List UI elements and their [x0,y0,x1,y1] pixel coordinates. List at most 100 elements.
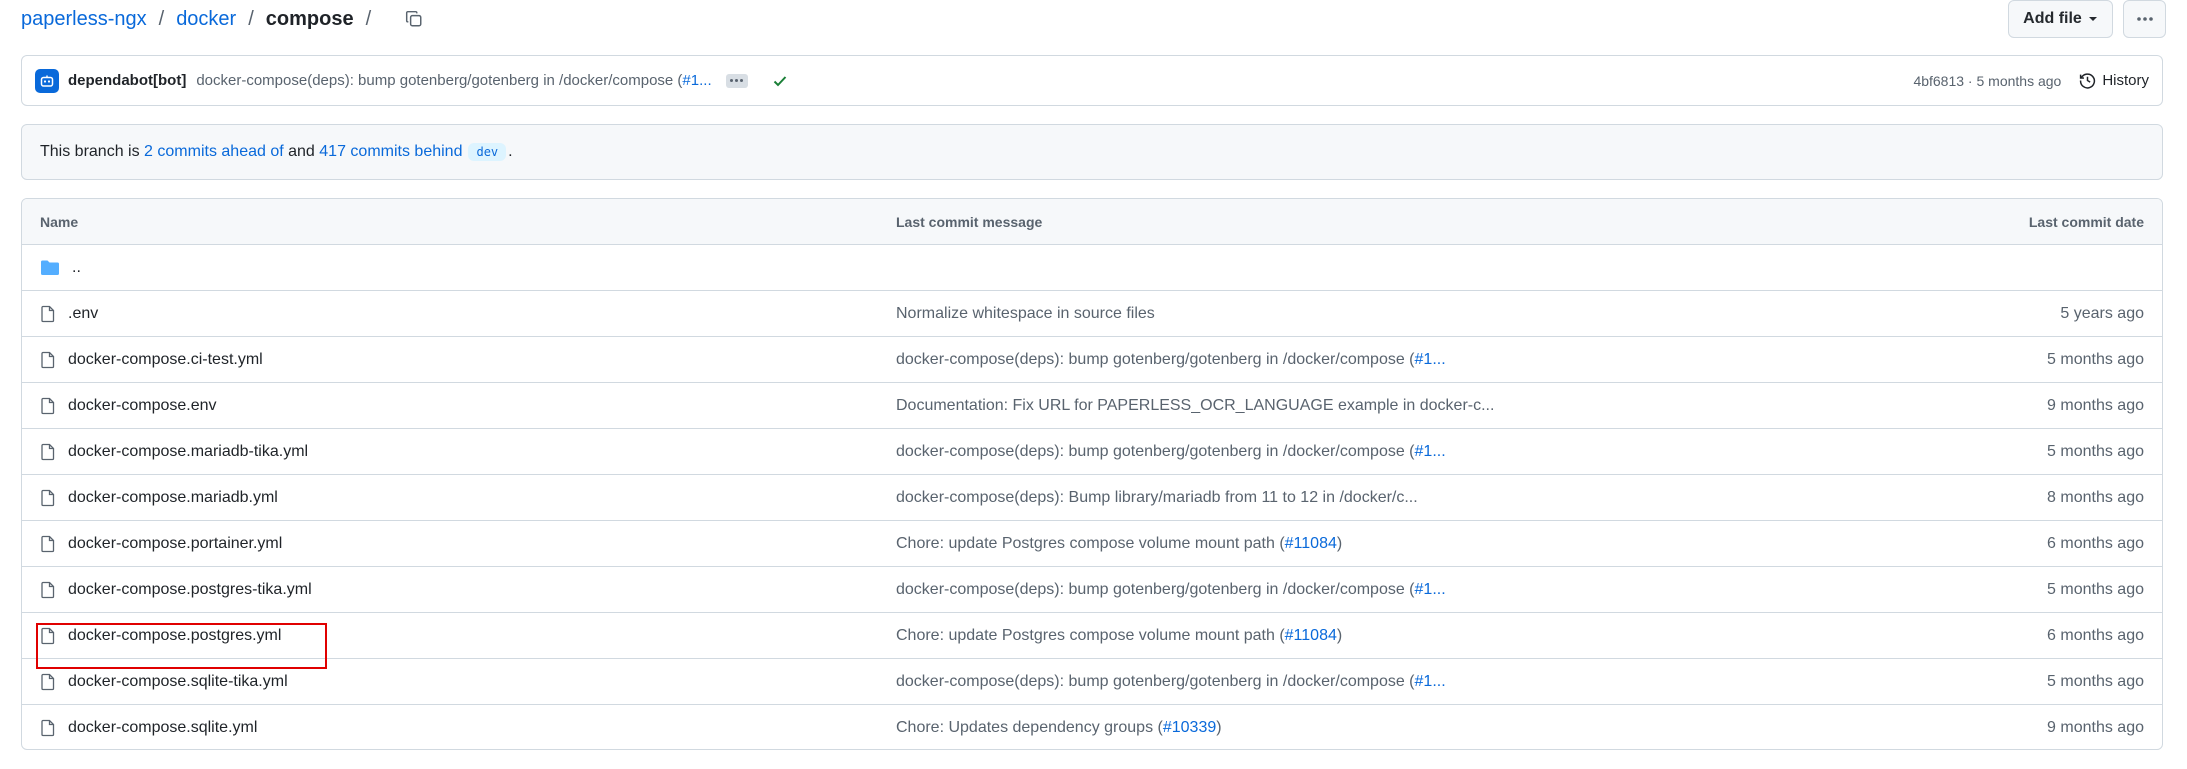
copy-path-button[interactable] [397,2,431,36]
commit-message-suffix: ) [1336,534,1343,552]
file-icon [40,719,56,737]
commit-message-text[interactable]: docker-compose(deps): bump gotenberg/got… [196,72,682,89]
breadcrumb-separator: / [248,8,254,30]
file-name-link[interactable]: docker-compose.ci-test.yml [68,351,263,369]
commit-message-text[interactable]: Chore: update Postgres compose volume mo… [896,535,1285,552]
parent-directory-row[interactable]: .. [22,245,2162,291]
commit-date: 8 months ago [2047,488,2144,506]
file-name-link[interactable]: docker-compose.env [68,397,217,415]
bot-avatar[interactable] [35,68,59,93]
file-row[interactable]: docker-compose.ci-test.yml docker-compose… [22,337,2162,383]
commit-message-link[interactable]: Documentation: Fix URL for PAPERLESS_OCR… [896,397,1494,415]
kebab-horizontal-icon [2136,17,2153,21]
commit-message-link[interactable]: Normalize whitespace in source files [896,305,1155,323]
breadcrumb-current: compose [265,8,354,30]
file-name-link[interactable]: docker-compose.portainer.yml [68,535,282,553]
commit-message-text[interactable]: docker-compose(deps): bump gotenberg/got… [896,351,1415,368]
breadcrumb-folder-link[interactable]: docker [176,0,236,38]
more-options-button[interactable] [2123,0,2166,38]
commit-message-text[interactable]: Chore: update Postgres compose volume mo… [896,627,1285,644]
file-table: Name Last commit message Last commit dat… [21,198,2163,750]
file-table-header: Name Last commit message Last commit dat… [22,199,2162,245]
history-label: History [2102,72,2149,89]
breadcrumb: paperless-ngx / docker / compose / [21,0,383,38]
commit-date: 6 months ago [2047,626,2144,644]
commit-message-text[interactable]: Documentation: Fix URL for PAPERLESS_OCR… [896,397,1494,414]
file-row[interactable]: docker-compose.env Documentation: Fix URL… [22,383,2162,429]
parent-directory-link[interactable]: .. [72,259,81,277]
commit-date: 9 months ago [2047,396,2144,414]
commit-pr-link[interactable]: #1... [682,72,711,89]
history-icon [2080,73,2096,89]
commit-message-text[interactable]: docker-compose(deps): Bump library/maria… [896,489,1418,506]
file-name-link[interactable]: docker-compose.mariadb-tika.yml [68,443,308,461]
commit-author-link[interactable]: dependabot[bot] [68,72,186,89]
file-icon [40,581,56,599]
commit-date: 5 months ago [2047,580,2144,598]
file-row[interactable]: docker-compose.postgres.yml Chore: update… [22,613,2162,669]
repo-header: paperless-ngx / docker / compose / Add f… [21,0,2166,38]
file-row[interactable]: docker-compose.portainer.yml Chore: updat… [22,521,2162,567]
file-icon [40,351,56,369]
commit-pr-link[interactable]: #1... [1415,351,1446,368]
add-file-label: Add file [2023,10,2082,27]
commit-sha-time[interactable]: 4bf6813 · 5 months ago [1913,73,2061,89]
commit-message-link[interactable]: docker-compose(deps): bump gotenberg/got… [896,351,1446,369]
expand-commit-message-button[interactable] [725,73,748,88]
file-row[interactable]: docker-compose.mariadb.yml docker-compose… [22,475,2162,521]
commit-pr-link[interactable]: #11084 [1285,535,1337,552]
commit-message-suffix: ) [1216,719,1222,736]
commit-message-link[interactable]: Chore: update Postgres compose volume mo… [896,627,1342,645]
commit-message-text[interactable]: Chore: Updates dependency groups ( [896,719,1163,736]
file-name-link[interactable]: docker-compose.postgres-tika.yml [68,581,312,599]
history-button[interactable]: History [2079,72,2149,89]
file-name-link[interactable]: docker-compose.postgres.yml [68,627,281,645]
base-branch-tag[interactable]: dev [468,143,507,161]
commit-pr-link[interactable]: #1... [1415,673,1446,690]
commit-message-link[interactable]: Chore: Updates dependency groups (#10339… [896,719,1222,737]
file-name-link[interactable]: docker-compose.sqlite-tika.yml [68,673,288,691]
add-file-button[interactable]: Add file [2008,0,2113,38]
latest-commit-bar: dependabot[bot] docker-compose(deps): bu… [21,55,2163,106]
commit-pr-link[interactable]: #1... [1415,443,1446,460]
commit-message-link[interactable]: docker-compose(deps): bump gotenberg/got… [896,581,1446,599]
commit-date: 5 months ago [2047,350,2144,368]
commit-message-text[interactable]: docker-compose(deps): bump gotenberg/got… [896,673,1415,690]
file-name-link[interactable]: .env [68,305,98,323]
check-icon[interactable] [772,73,788,89]
file-rows: .env Normalize whitespace in source files… [22,291,2162,749]
file-name-link[interactable]: docker-compose.sqlite.yml [68,719,257,737]
commit-date: 9 months ago [2047,719,2144,736]
file-icon [40,443,56,461]
commit-message-link[interactable]: docker-compose(deps): Bump library/maria… [896,489,1418,507]
commit-message[interactable]: docker-compose(deps): bump gotenberg/got… [196,72,711,89]
file-row[interactable]: docker-compose.sqlite.yml Chore: Updates … [22,705,2162,749]
header-last-commit-message: Last commit message [896,213,1043,230]
file-name-link[interactable]: docker-compose.mariadb.yml [68,489,278,507]
commit-message-link[interactable]: docker-compose(deps): bump gotenberg/got… [896,443,1446,461]
commits-behind-link[interactable]: 417 commits behind [319,143,462,161]
file-icon [40,397,56,415]
commit-message-text[interactable]: docker-compose(deps): bump gotenberg/got… [896,443,1415,460]
file-row[interactable]: .env Normalize whitespace in source files… [22,291,2162,337]
caret-down-icon [2088,17,2097,21]
breadcrumb-separator: / [158,8,165,30]
branch-status-suffix: . [508,143,513,160]
breadcrumb-repo-link[interactable]: paperless-ngx [21,0,147,38]
commit-message-text[interactable]: Normalize whitespace in source files [896,305,1155,322]
file-icon [40,673,56,691]
file-row[interactable]: docker-compose.postgres-tika.yml docker-c… [22,567,2162,613]
header-name: Name [40,213,79,230]
commit-message-link[interactable]: docker-compose(deps): bump gotenberg/got… [896,673,1446,691]
commits-ahead-link[interactable]: 2 commits ahead of [144,143,284,161]
branch-status-middle: and [288,143,315,160]
commit-message-link[interactable]: Chore: update Postgres compose volume mo… [896,535,1342,553]
commit-pr-link[interactable]: #10339 [1163,719,1216,736]
commit-pr-link[interactable]: #11084 [1285,627,1337,644]
file-row[interactable]: docker-compose.mariadb-tika.yml docker-co… [22,429,2162,475]
commit-pr-link[interactable]: #1... [1415,581,1446,598]
branch-status-prefix: This branch is [40,143,140,160]
commit-message-text[interactable]: docker-compose(deps): bump gotenberg/got… [896,581,1415,598]
commit-date: 5 years ago [2060,304,2144,322]
file-row[interactable]: docker-compose.sqlite-tika.yml docker-com… [22,659,2162,705]
